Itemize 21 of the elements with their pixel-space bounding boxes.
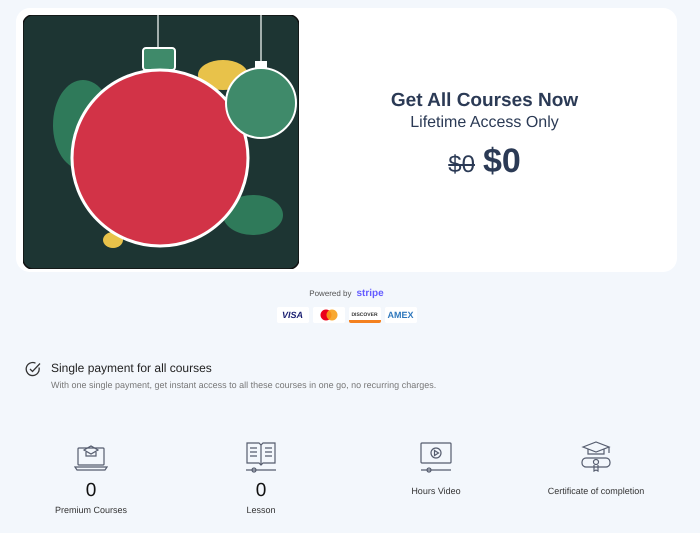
offer-subtitle: Lifetime Access Only [410, 114, 559, 132]
open-book-icon [244, 440, 278, 474]
offer-title: Get All Courses Now [390, 90, 578, 112]
powered-by-text: Powered by [309, 289, 352, 298]
card-logo: AMEX [384, 307, 416, 323]
stat-value: 0 [256, 480, 266, 502]
old-price: $0 [448, 150, 475, 178]
stat-label: Premium Courses [54, 505, 128, 517]
stat-label: Certificate of completion [546, 486, 646, 498]
stripe-logo: stripe [356, 288, 384, 299]
graduation-cap-diploma-icon [579, 440, 613, 474]
stat-label: Hours Video [410, 486, 462, 498]
stat-label: Lesson [245, 505, 277, 517]
stat-value: 0 [86, 480, 96, 502]
check-circle-icon [25, 361, 41, 377]
price: $0 [482, 142, 521, 180]
card-logo: VISA [276, 307, 308, 323]
feature-title: Single payment for all courses [51, 361, 213, 375]
feature-description: With one single payment, get instant access to all these courses in one go, no recurring charges. [51, 380, 436, 390]
mastercard-logo [312, 307, 344, 323]
video-player-icon [419, 440, 453, 474]
